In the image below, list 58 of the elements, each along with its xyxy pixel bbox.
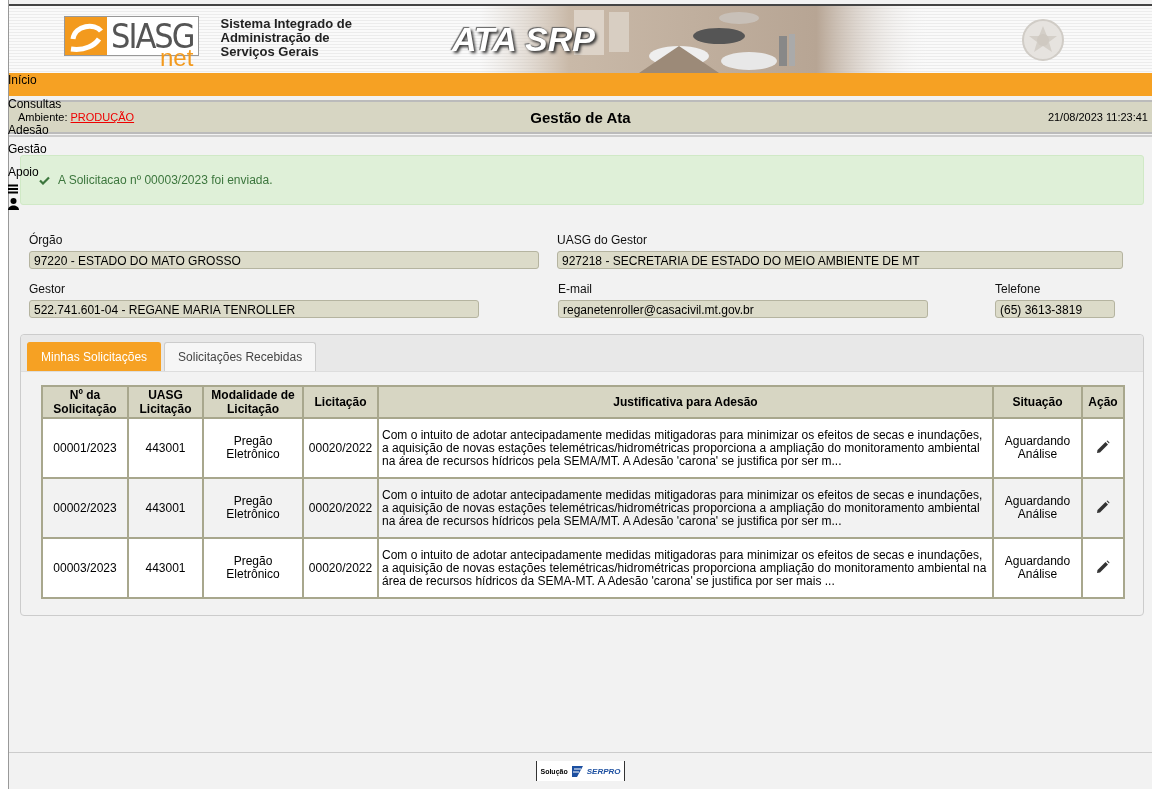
logo-icon [570, 764, 584, 778]
emblem-icon [1019, 18, 1067, 64]
menu-icon[interactable] [8, 184, 18, 194]
field-label: Telefone [995, 282, 1042, 296]
table-cell: Aguardando Análise [993, 418, 1082, 478]
text-field[interactable]: reganetenroller@casacivil.mt.gov.br [558, 300, 928, 318]
environment-label: Ambiente: [18, 111, 68, 123]
table-cell: Com o intuito de adotar antecipadamente medidas mitigadoras para minimizar os efeitos de secas e inundações, a aquisição de novas estações telemétricas/hidrométricas proporciona a ampliação do monitoramento ambiental na área de recursos hídricos pela SEMA/MT. A Adesão 'carona' se justifica por ser m... [378, 478, 993, 538]
column-header: Ação [1082, 386, 1124, 418]
menu-item[interactable]: Início [8, 74, 37, 86]
menu-item[interactable]: Consultas [8, 98, 62, 110]
system-name-line: Serviços Gerais [220, 44, 320, 59]
field-label: UASG do Gestor [557, 233, 649, 247]
table-cell: Aguardando Análise [993, 478, 1082, 538]
date-time: 21/08/2023 11:23:41 [1047, 111, 1148, 123]
table-cell: 00020/2022 [303, 538, 378, 598]
system-name-line: Administração de [220, 30, 330, 45]
table-cell: 00020/2022 [303, 478, 378, 538]
text-field[interactable]: 522.741.601-04 - REGANE MARIA TENROLLER [29, 300, 479, 318]
pencil-icon[interactable] [1096, 559, 1110, 574]
column-header: Licitação [303, 386, 378, 418]
text-field[interactable]: 97220 - ESTADO DO MATO GROSSO [29, 251, 539, 269]
logo-brand: SERPRO [586, 766, 621, 776]
table-cell: Pregão Eletrônico [203, 538, 303, 598]
column-header: Justificativa para Adesão [378, 386, 993, 418]
table-cell: Com o intuito de adotar antecipadamente medidas mitigadoras para minimizar os efeitos de secas e inundações, a aquisição de novas estações telemétricas/hidrométricas proporciona ampliação do monitoramento ambiental na área de recursos hídricos da SEMA-MT. A Adesão 'carona' se justifica por ser mais ... [378, 538, 993, 598]
menu-item[interactable]: Adesão [8, 124, 49, 136]
column-header: Situação [993, 386, 1082, 418]
table-cell: Pregão Eletrônico [203, 478, 303, 538]
column-header: Nº da Solicitação [42, 386, 128, 418]
field-label: E-mail [558, 282, 593, 296]
table-cell: 443001 [128, 478, 203, 538]
system-name-line: Sistema Integrado de [220, 16, 352, 31]
menu-item[interactable]: Apoio [8, 166, 39, 178]
column-header: UASG Licitação [128, 386, 203, 418]
text-field[interactable]: 927218 - SECRETARIA DE ESTADO DO MEIO AMBIENTE DE MT [557, 251, 1123, 269]
environment-value: PRODUÇÃO [70, 111, 135, 123]
table-cell: Com o intuito de adotar antecipadamente medidas mitigadoras para minimizar os efeitos de secas e inundações, a aquisição de novas estações telemétricas/hidrométricas proporciona a ampliação do monitoramento ambiental na área de recursos hídricos pela SEMA/MT. A Adesão 'carona' se justifica por ser m... [378, 418, 993, 478]
field-label: Gestor [29, 282, 66, 296]
check-icon [39, 175, 50, 185]
user-icon[interactable] [8, 198, 19, 210]
page-title: Gestão de Ata [530, 108, 631, 126]
table-cell: 443001 [128, 418, 203, 478]
table-cell: Pregão Eletrônico [203, 418, 303, 478]
menu-item[interactable]: Gestão [8, 143, 47, 155]
field-label: Órgão [29, 233, 64, 247]
table-cell: Aguardando Análise [993, 538, 1082, 598]
table-cell: 443001 [128, 538, 203, 598]
text-field[interactable]: (65) 3613-3819 [995, 300, 1115, 318]
pencil-icon[interactable] [1096, 499, 1110, 514]
table-cell: 00001/2023 [42, 418, 128, 478]
table-cell: 00003/2023 [42, 538, 128, 598]
table-cell: 00002/2023 [42, 478, 128, 538]
table-cell: 00020/2022 [303, 418, 378, 478]
pencil-icon[interactable] [1096, 439, 1110, 454]
alert-text: A Solicitacao nº 00003/2023 foi enviada. [58, 173, 273, 187]
tab[interactable]: Solicitações Recebidas [164, 342, 317, 371]
column-header: Modalidade de Licitação [203, 386, 303, 418]
